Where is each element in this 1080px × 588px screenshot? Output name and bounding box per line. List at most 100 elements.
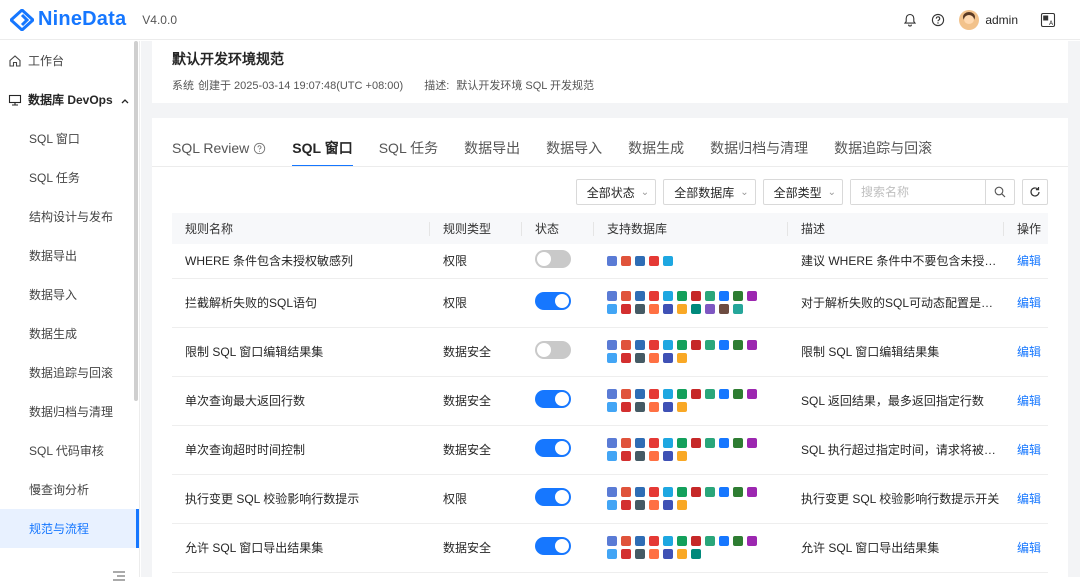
table-row: 允许 SQL 窗口导出结果集 数据安全 允许 SQL 窗口导出结果集 编辑 xyxy=(172,523,1048,573)
sidebar-item[interactable]: 规范与流程 xyxy=(0,509,139,548)
sidebar-item[interactable]: SQL 任务 xyxy=(0,158,139,197)
refresh-button[interactable] xyxy=(1022,179,1048,205)
sidebar-item[interactable]: SQL 代码审核 xyxy=(0,431,139,470)
brand-name: NineData xyxy=(38,8,127,30)
rule-description: 限制 SQL 窗口编辑结果集 xyxy=(801,345,940,359)
tab[interactable]: SQL Review xyxy=(172,130,266,166)
status-toggle[interactable] xyxy=(535,390,571,408)
table-row: 单次查询超时时间控制 数据安全 SQL 执行超过指定时间，请求将被取消 编辑 xyxy=(172,425,1048,475)
sidebar-item[interactable]: 结构设计与发布 xyxy=(0,197,139,236)
database-icon xyxy=(705,536,715,546)
database-icon xyxy=(747,438,757,448)
edit-link[interactable]: 编辑 xyxy=(1017,394,1041,408)
database-icon xyxy=(663,500,673,510)
rule-name: 执行变更 SQL 校验影响行数提示 xyxy=(172,474,430,524)
database-icon xyxy=(663,549,673,559)
rule-description: 允许 SQL 窗口导出结果集 xyxy=(801,541,940,555)
spec-meta: 系统 创建于 2025-03-14 19:07:48(UTC +08:00) 描述… xyxy=(172,77,598,93)
language-switch-icon[interactable]: A xyxy=(1040,12,1056,28)
database-filter[interactable]: 全部数据库 ⌄ xyxy=(663,179,756,205)
database-icon xyxy=(621,451,631,461)
table-row: WHERE 条件包含未授权敏感列 权限 建议 WHERE 条件中不要包含未授权...… xyxy=(172,244,1048,279)
search-button[interactable] xyxy=(985,180,1014,204)
type-filter[interactable]: 全部类型 ⌄ xyxy=(762,179,843,205)
database-icon xyxy=(663,487,673,497)
edit-link[interactable]: 编辑 xyxy=(1017,443,1041,457)
sidebar-item-label: 数据追踪与回滚 xyxy=(29,366,114,380)
bell-icon[interactable] xyxy=(903,13,917,27)
database-icon xyxy=(677,291,687,301)
supported-databases xyxy=(607,291,767,314)
sidebar-scrollbar[interactable] xyxy=(134,41,138,401)
collapse-sidebar-icon[interactable] xyxy=(112,568,126,586)
sidebar-item-label: 数据导入 xyxy=(29,288,78,302)
table-header-row: 规则名称 规则类型 状态 支持数据库 描述 操作 xyxy=(172,213,1048,244)
sidebar-item-label: 结构设计与发布 xyxy=(29,210,114,224)
rule-type: 数据安全 xyxy=(430,523,522,573)
tab[interactable]: SQL 任务 xyxy=(379,130,438,166)
sidebar-item[interactable]: SQL 窗口 xyxy=(0,119,139,158)
sidebar-item[interactable]: 数据库 DevOps xyxy=(0,80,139,119)
database-icon xyxy=(677,402,687,412)
database-icon xyxy=(649,291,659,301)
database-icon xyxy=(635,536,645,546)
monitor-icon xyxy=(8,93,22,107)
status-toggle[interactable] xyxy=(535,439,571,457)
user-menu[interactable]: admin xyxy=(959,10,1018,30)
sidebar-item[interactable]: 数据追踪与回滚 xyxy=(0,353,139,392)
supported-databases xyxy=(607,438,767,461)
database-icon xyxy=(649,304,659,314)
rule-description: SQL 执行超过指定时间，请求将被取消 xyxy=(801,443,1001,457)
rule-name: 单次查询最大返回行数 xyxy=(172,376,430,426)
edit-link[interactable]: 编辑 xyxy=(1017,345,1041,359)
database-icon xyxy=(691,438,701,448)
status-toggle[interactable] xyxy=(535,341,571,359)
tab[interactable]: 数据归档与清理 xyxy=(710,130,808,166)
edit-link[interactable]: 编辑 xyxy=(1017,296,1041,310)
search-input[interactable] xyxy=(851,180,985,204)
tab[interactable]: 数据生成 xyxy=(628,130,684,166)
sidebar-item[interactable]: 数据导出 xyxy=(0,236,139,275)
status-toggle[interactable] xyxy=(535,292,571,310)
database-icon xyxy=(733,487,743,497)
tab[interactable]: SQL 窗口 xyxy=(292,130,354,167)
rule-description: 建议 WHERE 条件中不要包含未授权... xyxy=(801,254,1001,269)
table-row: 单次查询最大返回行数 数据安全 SQL 返回结果，最多返回指定行数 编辑 xyxy=(172,376,1048,426)
database-icon xyxy=(719,438,729,448)
sidebar-item[interactable]: 数据生成 xyxy=(0,314,139,353)
tab[interactable]: 数据导入 xyxy=(546,130,602,166)
help-icon[interactable] xyxy=(253,142,266,155)
database-icon xyxy=(649,438,659,448)
page-title: 默认开发环境规范 xyxy=(172,51,284,67)
sidebar-item-label: 数据库 DevOps xyxy=(28,93,113,107)
edit-link[interactable]: 编辑 xyxy=(1017,492,1041,506)
status-toggle[interactable] xyxy=(535,537,571,555)
database-icon xyxy=(705,304,715,314)
database-icon xyxy=(635,353,645,363)
tab[interactable]: 数据导出 xyxy=(464,130,520,166)
database-icon xyxy=(649,389,659,399)
edit-link[interactable]: 编辑 xyxy=(1017,541,1041,555)
rule-name: 单次查询超时时间控制 xyxy=(172,425,430,475)
rule-name: 拦截解析失败的SQL语句 xyxy=(172,278,430,328)
database-icon xyxy=(635,500,645,510)
brand-logo[interactable]: NineData xyxy=(10,8,126,31)
main-content: 默认开发环境规范 系统 创建于 2025-03-14 19:07:48(UTC +… xyxy=(141,41,1080,588)
tab[interactable]: 数据追踪与回滚 xyxy=(834,130,932,166)
sidebar-item[interactable]: 工作台 xyxy=(0,41,139,80)
database-icon xyxy=(607,438,617,448)
edit-link[interactable]: 编辑 xyxy=(1017,254,1041,268)
sidebar-item[interactable]: 数据导入 xyxy=(0,275,139,314)
status-toggle[interactable] xyxy=(535,250,571,269)
help-icon[interactable] xyxy=(931,13,945,27)
tabs-divider xyxy=(152,166,1068,167)
rule-type: 数据安全 xyxy=(430,425,522,475)
database-icon xyxy=(733,304,743,314)
toggle-knob xyxy=(555,441,569,455)
status-filter[interactable]: 全部状态 ⌄ xyxy=(575,179,657,205)
database-icon xyxy=(649,487,659,497)
status-filter-value: 全部状态 xyxy=(586,185,635,200)
sidebar-item[interactable]: 数据归档与清理 xyxy=(0,392,139,431)
status-toggle[interactable] xyxy=(535,488,571,506)
sidebar-item[interactable]: 慢查询分析 xyxy=(0,470,139,509)
